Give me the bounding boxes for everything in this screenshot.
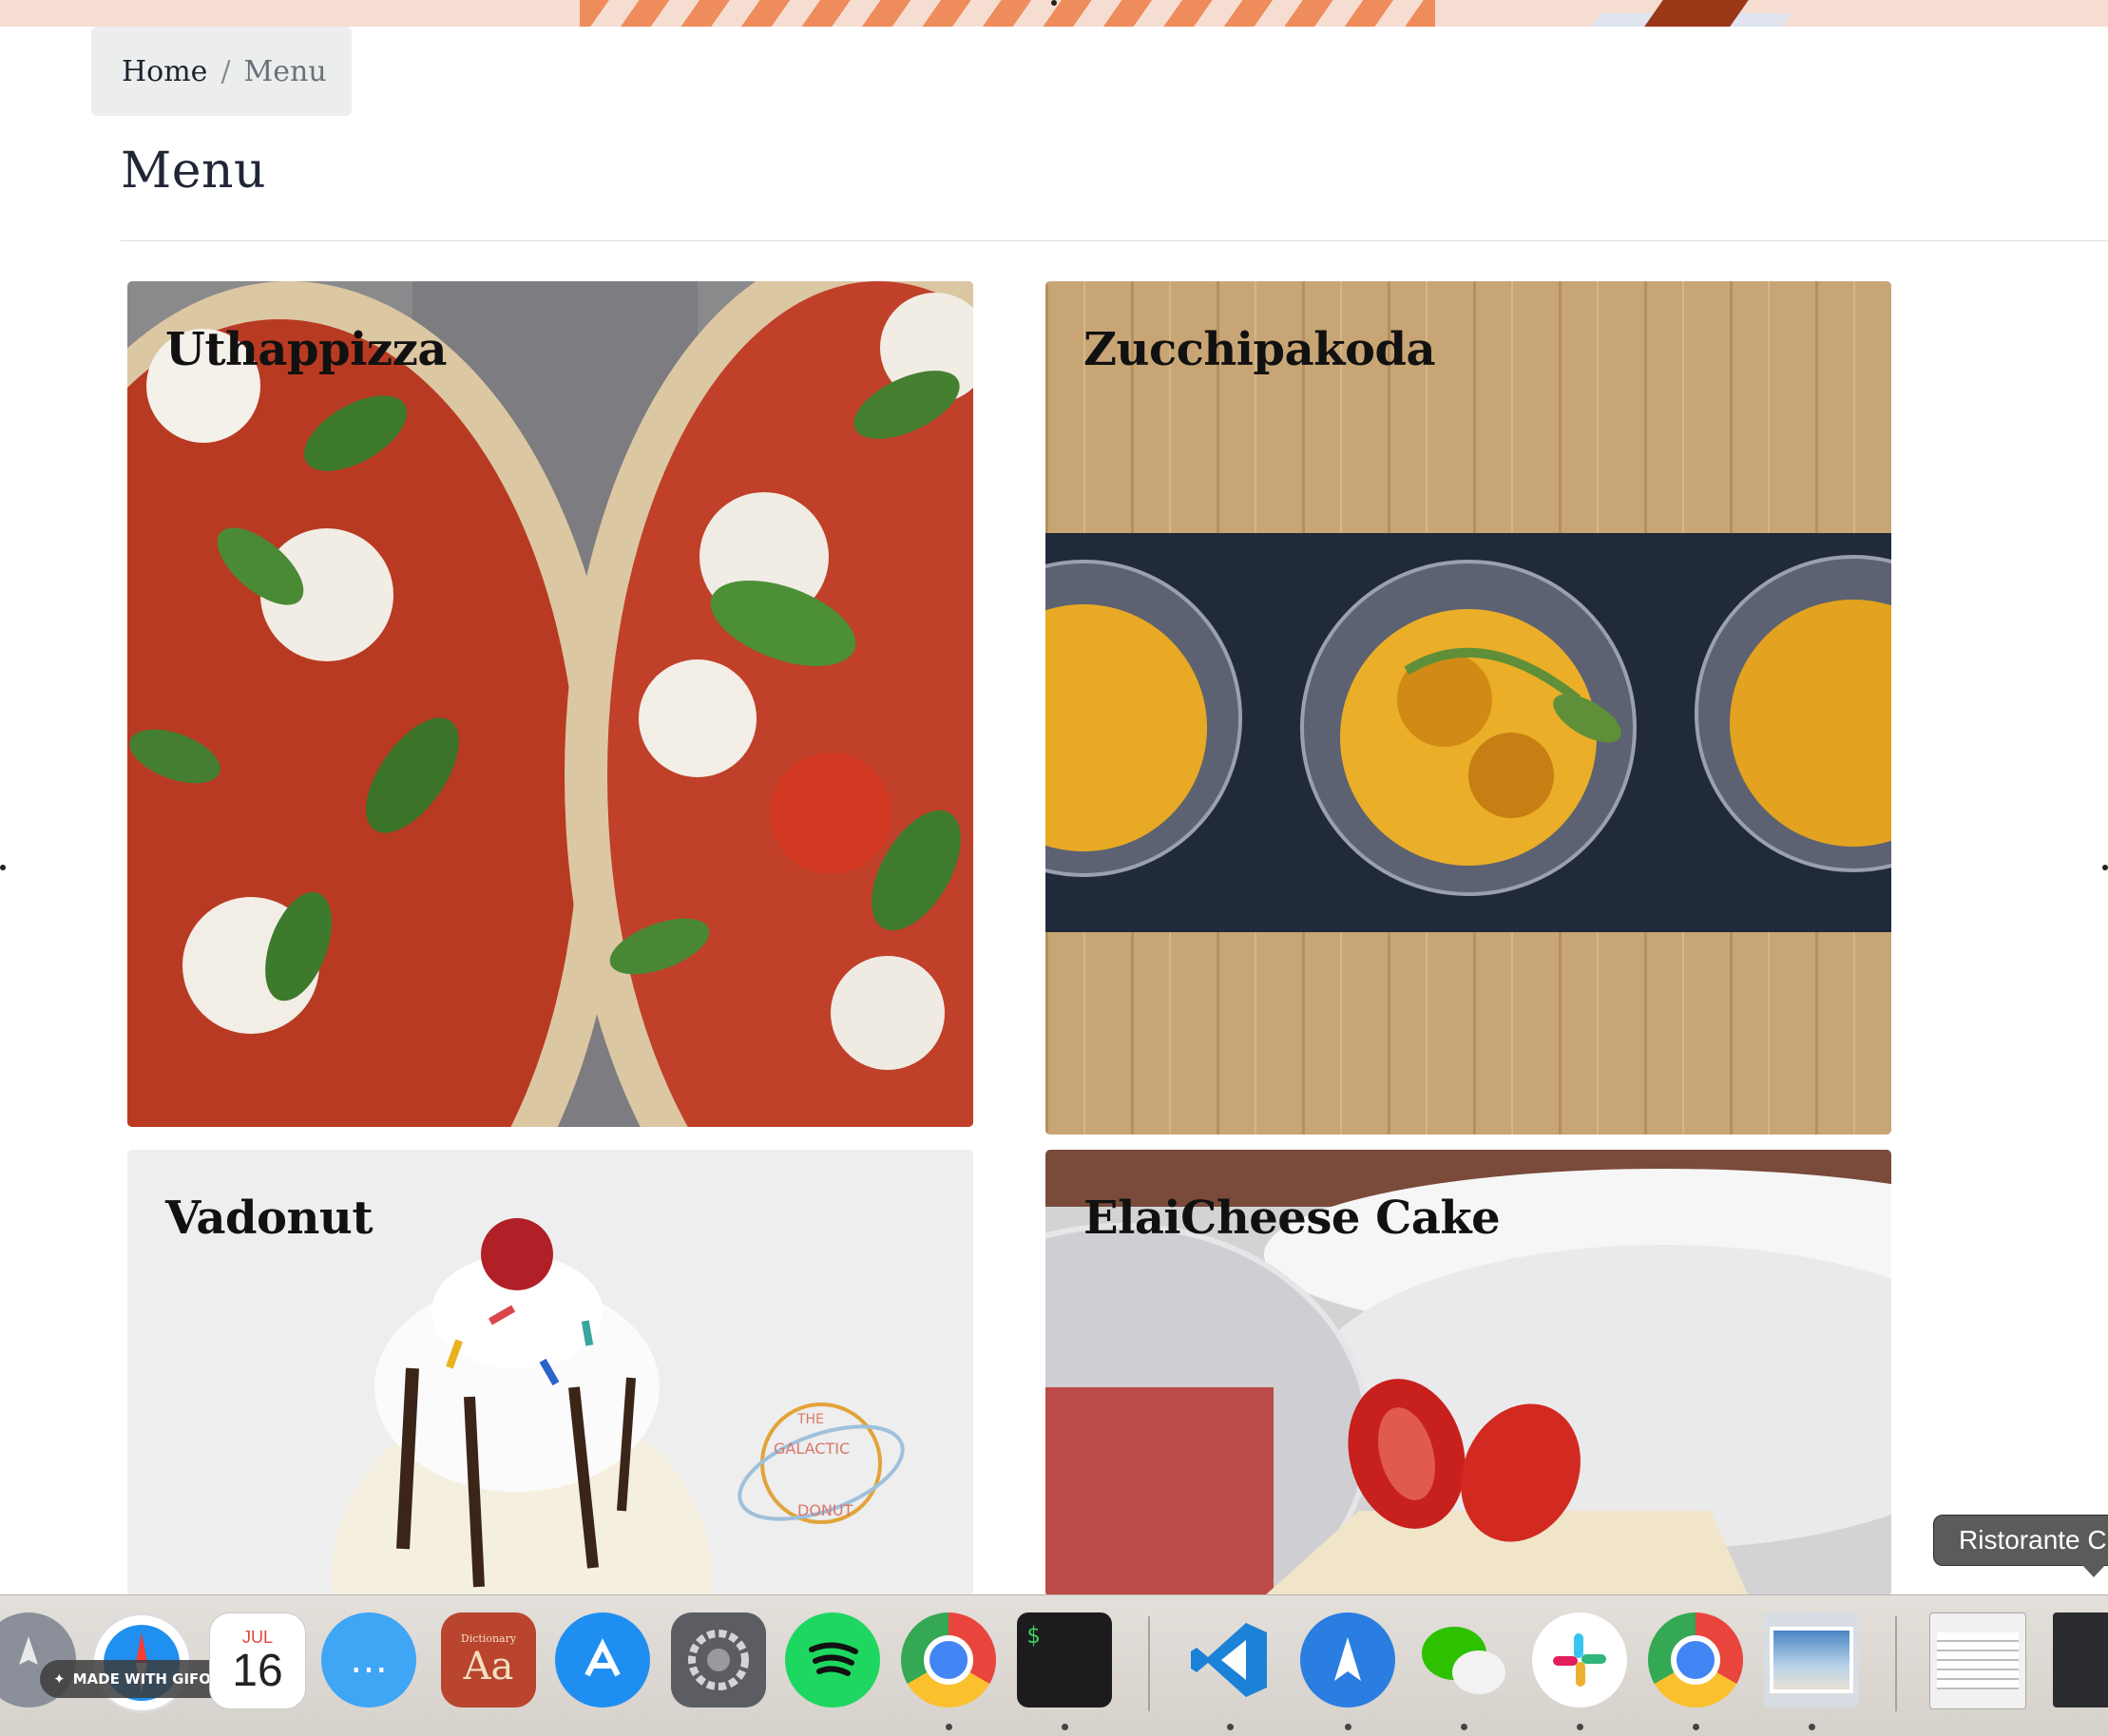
window-resize-handle-right[interactable] (2102, 865, 2108, 870)
menu-item-name: Vadonut (165, 1192, 373, 1245)
dock-tooltip-arrow (2081, 1564, 2106, 1577)
macos-dock: ✦ MADE WITH GIFOX JUL 16 … Dictionary Aa… (0, 1594, 2108, 1736)
logo-text-left: GALACTIC (774, 1440, 850, 1458)
breadcrumb-current: Menu (243, 54, 327, 88)
spark-icon[interactable] (1300, 1612, 1395, 1707)
messages-icon[interactable]: … (321, 1612, 416, 1707)
breadcrumb-home-link[interactable]: Home (122, 55, 207, 88)
menu-item-name: Uthappizza (165, 323, 448, 376)
title-divider (121, 240, 2108, 241)
window-thumbnail[interactable] (1929, 1612, 2026, 1709)
slack-icon[interactable] (1532, 1612, 1627, 1707)
dock-divider-right (1895, 1616, 1897, 1711)
menu-card-elaicheese-cake[interactable]: ElaiCheese Cake (1045, 1150, 1891, 1596)
gifox-badge-label: MADE WITH GIFOX (72, 1670, 222, 1688)
spark-running-indicator (1345, 1724, 1351, 1730)
slack-running-indicator (1577, 1724, 1583, 1730)
window-thumbnail-dark[interactable] (2053, 1612, 2108, 1707)
wechat-icon[interactable] (1416, 1612, 1511, 1707)
terminal-prompt: $ (1026, 1622, 1041, 1649)
dock-tooltip: Ristorante C (1933, 1515, 2108, 1566)
logo-text-top: THE (796, 1412, 824, 1427)
vscode-running-indicator (1227, 1724, 1234, 1730)
gifox-badge: ✦ MADE WITH GIFOX (40, 1660, 236, 1698)
gifox-logo-icon: ✦ (53, 1670, 66, 1688)
pakoda-image (1045, 281, 1891, 1135)
chrome-icon-secondary[interactable] (1648, 1612, 1743, 1707)
dictionary-label: Dictionary (460, 1631, 517, 1645)
page-title: Menu (121, 143, 266, 200)
preview-running-indicator (1809, 1724, 1815, 1730)
logo-text-bottom: DONUT (797, 1501, 853, 1519)
app-store-icon[interactable] (555, 1612, 650, 1707)
breadcrumb: Home / Menu (91, 27, 352, 116)
pizza-image (127, 281, 973, 1127)
breadcrumb-separator: / (220, 54, 231, 88)
banner-stripes (580, 0, 1435, 27)
chrome-running-indicator (946, 1724, 952, 1730)
dictionary-glyph: Aa (463, 1644, 514, 1688)
menu-card-uthappizza[interactable]: Uthappizza (127, 281, 973, 1127)
dictionary-icon[interactable]: Dictionary Aa (441, 1612, 536, 1707)
window-resize-handle-left[interactable] (0, 865, 6, 870)
menu-item-name: ElaiCheese Cake (1083, 1192, 1501, 1245)
menu-card-zucchipakoda[interactable]: Zucchipakoda (1045, 281, 1891, 1135)
terminal-icon[interactable]: $ (1017, 1612, 1112, 1707)
calendar-day: 16 (232, 1645, 283, 1696)
dock-divider (1148, 1616, 1150, 1711)
calendar-month: JUL (241, 1627, 273, 1647)
calendar-icon[interactable]: JUL 16 (209, 1612, 306, 1709)
window-resize-handle-top[interactable] (1051, 0, 1057, 6)
menu-card-vadonut[interactable]: THE GALACTIC DONUT Vadonut (127, 1150, 973, 1596)
preview-icon[interactable] (1764, 1612, 1859, 1707)
terminal-running-indicator (1062, 1724, 1068, 1730)
wechat-running-indicator (1461, 1724, 1467, 1730)
vscode-icon[interactable] (1182, 1612, 1277, 1707)
chrome-icon[interactable] (901, 1612, 996, 1707)
system-preferences-icon[interactable] (671, 1612, 766, 1707)
chrome-secondary-running-indicator (1693, 1724, 1699, 1730)
spotify-icon[interactable] (785, 1612, 880, 1707)
menu-item-name: Zucchipakoda (1083, 323, 1436, 376)
